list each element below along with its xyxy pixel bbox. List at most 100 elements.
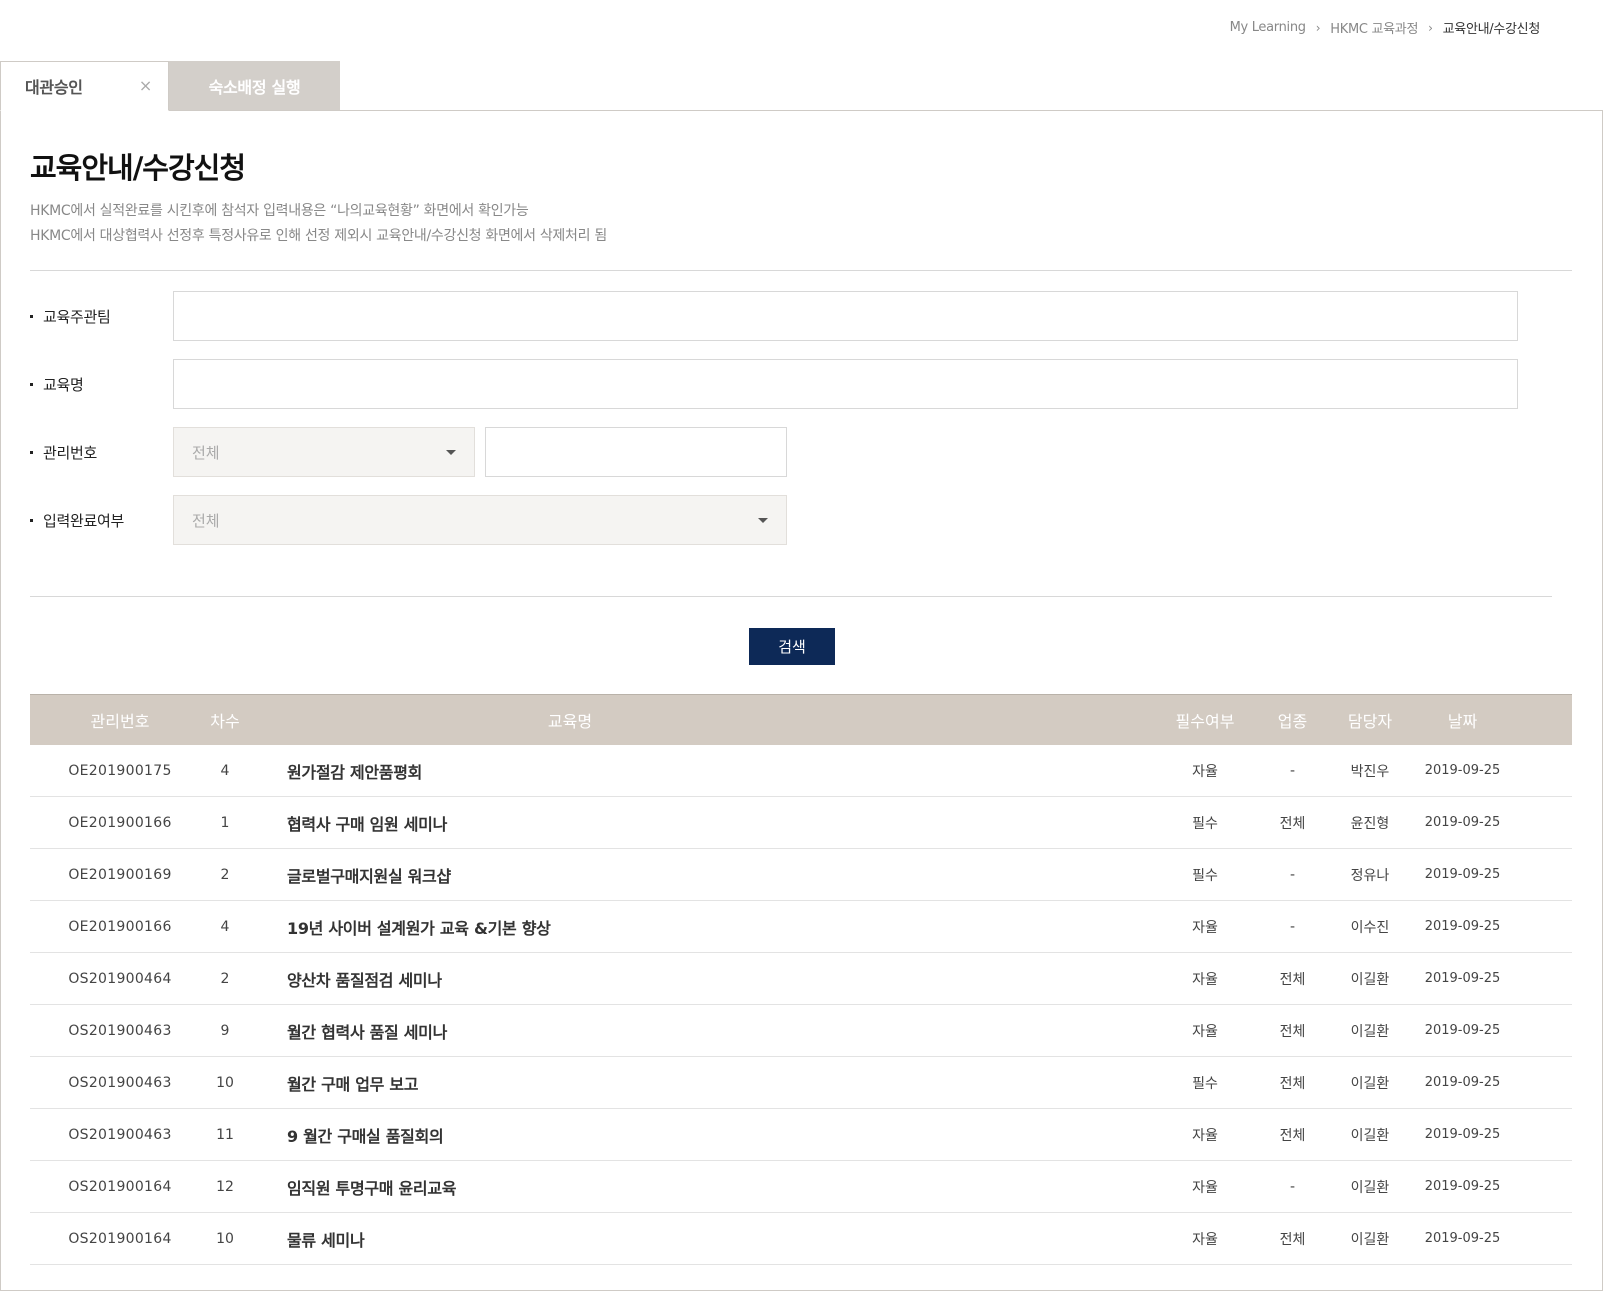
date-cell: 2019-09-25 (1424, 1127, 1501, 1142)
required-cell: 자율 (1192, 1023, 1218, 1040)
mgmt-number-cell: OS201900463 (68, 1074, 172, 1091)
page-title: 교육안내/수강신청 (30, 151, 246, 185)
course-name-link[interactable]: 협력사 구매 임원 세미나 (240, 811, 1160, 835)
manager-cell: 박진우 (1350, 763, 1390, 780)
table-row[interactable]: OS201900164 10 물류 세미나 자율 전체 이길환 2019-09-25 (30, 1213, 1572, 1265)
divider (30, 596, 1552, 597)
breadcrumb-my-learning[interactable]: My Learning (1230, 20, 1306, 35)
industry-cell: 전체 (1279, 1075, 1306, 1092)
mgmt-number-cell: OS201900463 (68, 1022, 172, 1039)
required-cell: 필수 (1192, 867, 1218, 884)
required-cell: 필수 (1192, 815, 1218, 832)
session-cell: 4 (220, 918, 230, 935)
filter-label: 교육명 (30, 374, 173, 395)
table-row[interactable]: OE201900169 2 글로벌구매지원실 워크샵 필수 - 정유나 2019-09-25 (30, 849, 1572, 901)
required-cell: 자율 (1192, 763, 1218, 780)
mgmt-number-cell: OS201900164 (68, 1230, 172, 1247)
industry-cell: - (1289, 1178, 1296, 1195)
industry-cell: 전체 (1279, 971, 1306, 988)
course-name-link[interactable]: 물류 세미나 (240, 1227, 1160, 1251)
date-cell: 2019-09-25 (1424, 815, 1501, 830)
table-row[interactable]: OS201900463 9 월간 협력사 품질 세미나 자율 전체 이길환 2019-09-… (30, 1005, 1572, 1057)
input-complete-select[interactable]: 전체 (173, 495, 787, 545)
table-row[interactable]: OE201900175 4 원가절감 제안품평회 자율 - 박진우 2019-09-25 (30, 745, 1572, 797)
page-description: HKMC에서 실적완료를 시킨후에 참석자 입력내용은 “나의교육현황” 화면에… (30, 199, 607, 249)
industry-cell: - (1289, 918, 1296, 935)
mgmt-type-select[interactable]: 전체 (173, 427, 475, 477)
course-name-link[interactable]: 글로벌구매지원실 워크샵 (240, 863, 1160, 887)
mgmt-number-cell: OE201900169 (68, 866, 172, 883)
date-cell: 2019-09-25 (1424, 1075, 1501, 1090)
description-line: HKMC에서 대상협력사 선정후 특정사유로 인해 선정 제외시 교육안내/수강… (30, 228, 607, 244)
column-header: 관리번호 (90, 712, 150, 731)
mgmt-number-cell: OE201900175 (68, 762, 172, 779)
column-header: 필수여부 (1175, 712, 1235, 731)
content-panel: 교육안내/수강신청 HKMC에서 실적완료를 시킨후에 참석자 입력내용은 “나… (0, 110, 1603, 1291)
column-header: 교육명 (547, 712, 593, 731)
filter-label-text: 관리번호 (43, 443, 98, 462)
breadcrumb-hkmc-course[interactable]: HKMC 교육과정 (1330, 18, 1418, 37)
session-cell: 12 (216, 1178, 234, 1195)
tab-venue-approval[interactable]: 대관승인 × (0, 61, 169, 111)
column-header: 차수 (210, 712, 240, 731)
required-cell: 필수 (1192, 1075, 1218, 1092)
course-name-link[interactable]: 원가절감 제안품평회 (240, 759, 1160, 783)
tab-label: 숙소배정 실행 (208, 78, 301, 97)
mgmt-number-cell: OS201900463 (68, 1126, 172, 1143)
session-cell: 2 (220, 970, 230, 987)
mgmt-number-cell: OE201900166 (68, 814, 172, 831)
session-cell: 10 (216, 1074, 234, 1091)
session-cell: 9 (220, 1022, 230, 1039)
chevron-down-icon (446, 449, 456, 455)
table-row[interactable]: OS201900464 2 양산차 품질점검 세미나 자율 전체 이길환 2019-09-2… (30, 953, 1572, 1005)
session-cell: 1 (220, 814, 230, 831)
bullet-icon (30, 382, 33, 386)
industry-cell: 전체 (1279, 1127, 1306, 1144)
tab-bar: 대관승인 × 숙소배정 실행 (0, 61, 340, 111)
session-cell: 10 (216, 1230, 234, 1247)
manager-cell: 이수진 (1350, 919, 1390, 936)
filter-label-text: 교육주관팀 (43, 307, 111, 326)
industry-cell: - (1289, 762, 1296, 779)
course-name-link[interactable]: 9 월간 구매실 품질회의 (240, 1123, 1160, 1147)
close-icon[interactable]: × (139, 76, 152, 95)
bullet-icon (30, 314, 33, 318)
table-row[interactable]: OS201900164 12 임직원 투명구매 윤리교육 자율 - 이길환 2019-09-… (30, 1161, 1572, 1213)
course-name-link[interactable]: 월간 협력사 품질 세미나 (240, 1019, 1160, 1043)
search-button[interactable]: 검색 (749, 628, 835, 665)
course-name-link[interactable]: 19년 사이버 설계원가 교육 &기본 향상 (240, 915, 1160, 939)
course-name-link[interactable]: 양산차 품질점검 세미나 (240, 967, 1160, 991)
select-value: 전체 (192, 443, 220, 462)
table-row[interactable]: OE201900166 1 협력사 구매 임원 세미나 필수 전체 윤진형 2019-09-… (30, 797, 1572, 849)
industry-cell: 전체 (1279, 815, 1306, 832)
date-cell: 2019-09-25 (1424, 1179, 1501, 1194)
mgmt-number-input[interactable] (485, 427, 787, 477)
table-row[interactable]: OE201900166 4 19년 사이버 설계원가 교육 &기본 향상 자율 - 이수진… (30, 901, 1572, 953)
course-name-input[interactable] (173, 359, 1518, 409)
manager-cell: 윤진형 (1350, 815, 1390, 832)
table-row[interactable]: OS201900463 10 월간 구매 업무 보고 필수 전체 이길환 2019-09-2… (30, 1057, 1572, 1109)
required-cell: 자율 (1192, 1231, 1218, 1248)
breadcrumb: My Learning › HKMC 교육과정 › 교육안내/수강신청 (1230, 18, 1541, 37)
column-header: 업종 (1277, 712, 1308, 731)
manager-cell: 정유나 (1350, 867, 1390, 884)
column-header: 날짜 (1447, 712, 1478, 731)
session-cell: 11 (216, 1126, 234, 1143)
table-body: OE201900175 4 원가절감 제안품평회 자율 - 박진우 2019-09-25 OE… (30, 745, 1572, 1265)
filter-label-text: 입력완료여부 (43, 511, 125, 530)
column-header: 담당자 (1347, 712, 1393, 731)
date-cell: 2019-09-25 (1424, 971, 1501, 986)
breadcrumb-current: 교육안내/수강신청 (1442, 22, 1541, 37)
breadcrumb-separator-icon: › (1315, 20, 1321, 35)
tab-lodging-assignment[interactable]: 숙소배정 실행 (169, 61, 340, 111)
course-name-link[interactable]: 월간 구매 업무 보고 (240, 1071, 1160, 1095)
dept-input[interactable] (173, 291, 1518, 341)
divider (30, 270, 1572, 271)
filter-label: 입력완료여부 (30, 510, 173, 531)
course-name-link[interactable]: 임직원 투명구매 윤리교육 (240, 1175, 1160, 1199)
date-cell: 2019-09-25 (1424, 763, 1501, 778)
table-row[interactable]: OS201900463 11 9 월간 구매실 품질회의 자율 전체 이길환 2019-09… (30, 1109, 1572, 1161)
bullet-icon (30, 450, 33, 454)
manager-cell: 이길환 (1350, 1023, 1390, 1040)
select-value: 전체 (192, 511, 220, 530)
